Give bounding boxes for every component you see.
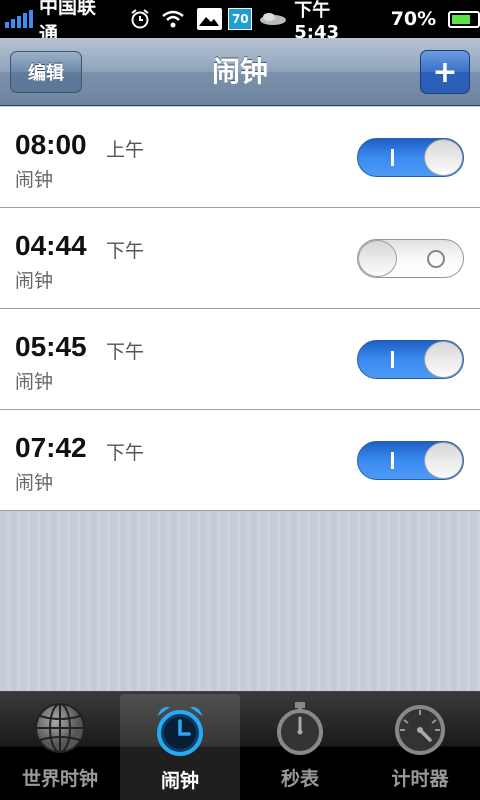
alarm-time: 05:45 xyxy=(15,331,87,362)
globe-icon xyxy=(32,700,88,756)
alarm-label: 闹钟 xyxy=(15,472,54,494)
alarm-period: 上午 xyxy=(106,139,145,161)
alarm-label: 闹钟 xyxy=(15,169,54,191)
alarm-time: 04:44 xyxy=(15,230,87,261)
toggle-knob[interactable] xyxy=(424,341,463,378)
picture-notification-icon xyxy=(196,8,223,30)
add-alarm-button[interactable]: + xyxy=(420,50,470,94)
alarm-toggle[interactable] xyxy=(357,441,464,480)
alarm-time: 08:00 xyxy=(15,129,87,160)
alarm-toggle[interactable] xyxy=(357,340,464,379)
weather-icon xyxy=(258,10,288,28)
toggle-knob[interactable] xyxy=(358,240,397,277)
alarm-list: 08:00 上午 闹钟 04:44 下午 闹钟 05:45 下午 闹钟 07:4… xyxy=(0,107,480,511)
alarm-toggle[interactable] xyxy=(357,138,464,177)
toggle-on-mark xyxy=(391,452,394,469)
tab-alarm[interactable]: 闹钟 xyxy=(120,694,240,800)
status-bar: 中国联通 70 下午 5:43 70% xyxy=(0,0,480,45)
timer-icon xyxy=(392,700,448,756)
status-time: 下午 5:43 xyxy=(294,0,339,43)
battery-icon xyxy=(448,10,480,28)
tab-timer[interactable]: 计时器 xyxy=(360,692,480,800)
alarm-toggle[interactable] xyxy=(357,239,464,278)
alarm-row[interactable]: 05:45 下午 闹钟 xyxy=(0,309,480,410)
tab-label: 世界时钟 xyxy=(21,768,98,790)
alarm-row[interactable]: 04:44 下午 闹钟 xyxy=(0,208,480,309)
toggle-on-mark xyxy=(391,351,394,368)
stopwatch-icon xyxy=(272,700,328,756)
toggle-knob[interactable] xyxy=(424,442,463,479)
battery-percent: 70% xyxy=(390,8,437,30)
tab-label: 秒表 xyxy=(280,768,319,790)
alarm-label: 闹钟 xyxy=(15,371,54,393)
tab-label: 计时器 xyxy=(391,768,449,790)
alarm-row[interactable]: 08:00 上午 闹钟 xyxy=(0,107,480,208)
toggle-knob[interactable] xyxy=(424,139,463,176)
alarm-clock-icon xyxy=(152,702,208,758)
toggle-off-mark xyxy=(427,250,445,268)
tab-bar: 世界时钟 闹钟 秒表 计时器 xyxy=(0,691,480,800)
alarm-period: 下午 xyxy=(106,240,145,262)
alarm-period: 下午 xyxy=(106,442,145,464)
alarm-row[interactable]: 07:42 下午 闹钟 xyxy=(0,410,480,511)
signal-strength-icon xyxy=(5,10,33,28)
alarm-time: 07:42 xyxy=(15,432,87,463)
tab-world-clock[interactable]: 世界时钟 xyxy=(0,692,120,800)
navigation-bar: 闹钟 编辑 + xyxy=(0,38,480,106)
toggle-on-mark xyxy=(391,149,394,166)
alarm-label: 闹钟 xyxy=(15,270,54,292)
alarm-period: 下午 xyxy=(106,341,145,363)
empty-background xyxy=(0,511,480,691)
edit-button[interactable]: 编辑 xyxy=(10,51,82,93)
tab-label: 闹钟 xyxy=(160,770,199,792)
tab-stopwatch[interactable]: 秒表 xyxy=(240,692,360,800)
notification-badge: 70 xyxy=(228,8,253,30)
alarm-status-icon xyxy=(129,8,151,30)
wifi-icon xyxy=(161,8,185,30)
